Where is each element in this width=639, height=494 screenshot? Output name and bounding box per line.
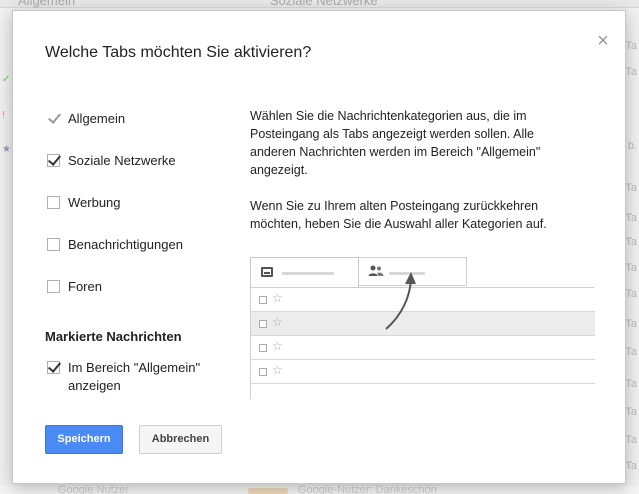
locked-check-icon xyxy=(47,112,60,125)
background-tab-social: Soziale Netzwerke xyxy=(270,0,378,8)
save-button[interactable]: Speichern xyxy=(45,425,123,454)
background-side-label: Ta xyxy=(625,318,637,330)
background-new-badge xyxy=(248,488,288,494)
checkbox-marked-in-primary[interactable] xyxy=(47,361,60,374)
background-subject: Google-Nutzer: Dankeschön xyxy=(298,484,437,494)
close-icon[interactable]: × xyxy=(595,31,611,51)
background-side-label: Ta xyxy=(625,262,637,274)
background-side-label: Ta xyxy=(625,434,637,446)
cancel-button[interactable]: Abbrechen xyxy=(139,425,222,454)
background-side-label: Ta xyxy=(625,288,637,300)
tabs-settings-dialog: × Welche Tabs möchten Sie aktivieren? Al… xyxy=(12,10,626,484)
option-allgemein: Allgemein xyxy=(47,109,125,127)
option-marked-in-primary[interactable]: Im Bereich "Allgemein" anzeigen xyxy=(47,359,218,395)
background-side-label: Ta xyxy=(625,66,637,78)
checkbox-foren[interactable] xyxy=(47,279,60,293)
background-side-label: Ta xyxy=(625,40,637,52)
option-label-allgemein: Allgemein xyxy=(68,110,126,126)
option-label-marked-in-primary: Im Bereich "Allgemein" anzeigen xyxy=(68,360,201,393)
background-sender: Google Nutzer xyxy=(58,484,129,494)
background-side-label: Ta xyxy=(625,460,637,472)
background-important-mark: ! xyxy=(2,110,5,121)
option-label-foren: Foren xyxy=(68,278,102,294)
background-side-label: Ta xyxy=(625,182,637,194)
option-label-werbung: Werbung xyxy=(68,194,121,210)
background-tab-bar: Allgemein Soziale Netzwerke xyxy=(0,0,639,8)
background-side-label: Ta xyxy=(625,346,637,358)
description-revert: Wenn Sie zu Ihrem alten Posteingang zurü… xyxy=(250,199,547,231)
background-side-label: Ta xyxy=(625,378,637,390)
background-tab-primary: Allgemein xyxy=(18,0,76,8)
checkbox-werbung[interactable] xyxy=(47,195,60,209)
checkbox-benachrichtigungen[interactable] xyxy=(47,237,60,251)
option-werbung[interactable]: Werbung xyxy=(47,193,121,211)
background-check-mark: ✓ xyxy=(2,74,11,85)
checkbox-soziale-netzwerke[interactable] xyxy=(47,153,60,167)
background-side-label: Ta xyxy=(625,406,637,418)
background-bottom-row: Google Nutzer Google-Nutzer: Dankeschön xyxy=(0,484,639,494)
option-foren[interactable]: Foren xyxy=(47,277,102,295)
option-soziale-netzwerke[interactable]: Soziale Netzwerke xyxy=(47,151,176,169)
background-side-label: Ta xyxy=(625,212,637,224)
background-side-label: Ta xyxy=(625,236,637,248)
option-label-benachrichtigungen: Benachrichtigungen xyxy=(68,236,183,252)
curved-arrow-icon xyxy=(385,272,416,330)
dialog-title: Welche Tabs möchten Sie aktivieren? xyxy=(45,44,312,61)
option-label-soziale-netzwerke: Soziale Netzwerke xyxy=(68,152,176,168)
background-star-mark: ★ xyxy=(2,144,11,155)
option-benachrichtigungen[interactable]: Benachrichtigungen xyxy=(47,235,183,253)
tabs-preview-illustration: ☆ ☆ ☆ ☆ xyxy=(250,257,595,399)
marked-messages-heading: Markierte Nachrichten xyxy=(45,329,182,344)
background-side-label: b. xyxy=(627,140,637,152)
description-categories: Wählen Sie die Nachrichtenkategorien aus… xyxy=(250,109,541,177)
